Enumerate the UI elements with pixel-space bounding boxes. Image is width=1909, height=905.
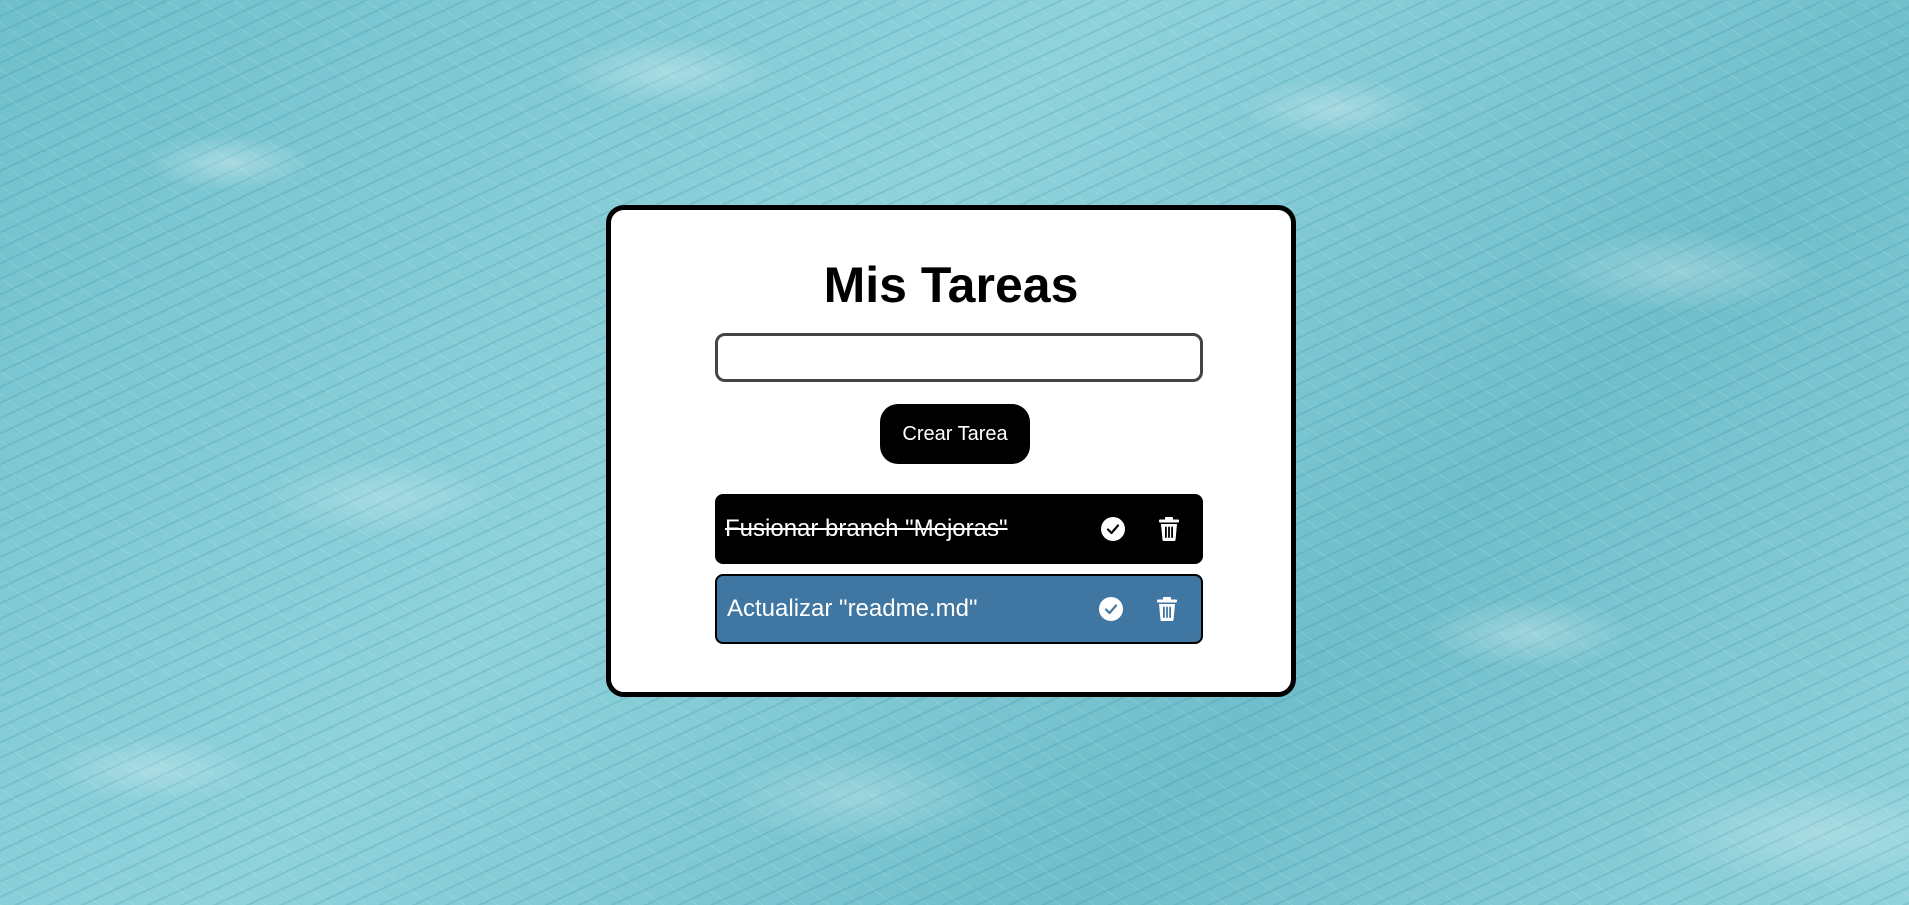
task-item: Actualizar "readme.md": [715, 574, 1203, 644]
check-circle-icon[interactable]: [1095, 593, 1127, 625]
task-text: Fusionar branch "Mejoras": [725, 515, 1008, 542]
create-task-button[interactable]: Crear Tarea: [880, 404, 1030, 464]
todo-card: Mis Tareas Crear Tarea Fusionar branch "…: [606, 205, 1296, 697]
trash-icon[interactable]: [1153, 513, 1185, 545]
trash-icon[interactable]: [1151, 593, 1183, 625]
page-title: Mis Tareas: [823, 257, 1079, 313]
task-input[interactable]: [715, 333, 1203, 382]
task-text: Actualizar "readme.md": [727, 595, 978, 622]
task-item-completed: Fusionar branch "Mejoras": [715, 494, 1203, 564]
check-circle-icon[interactable]: [1097, 513, 1129, 545]
